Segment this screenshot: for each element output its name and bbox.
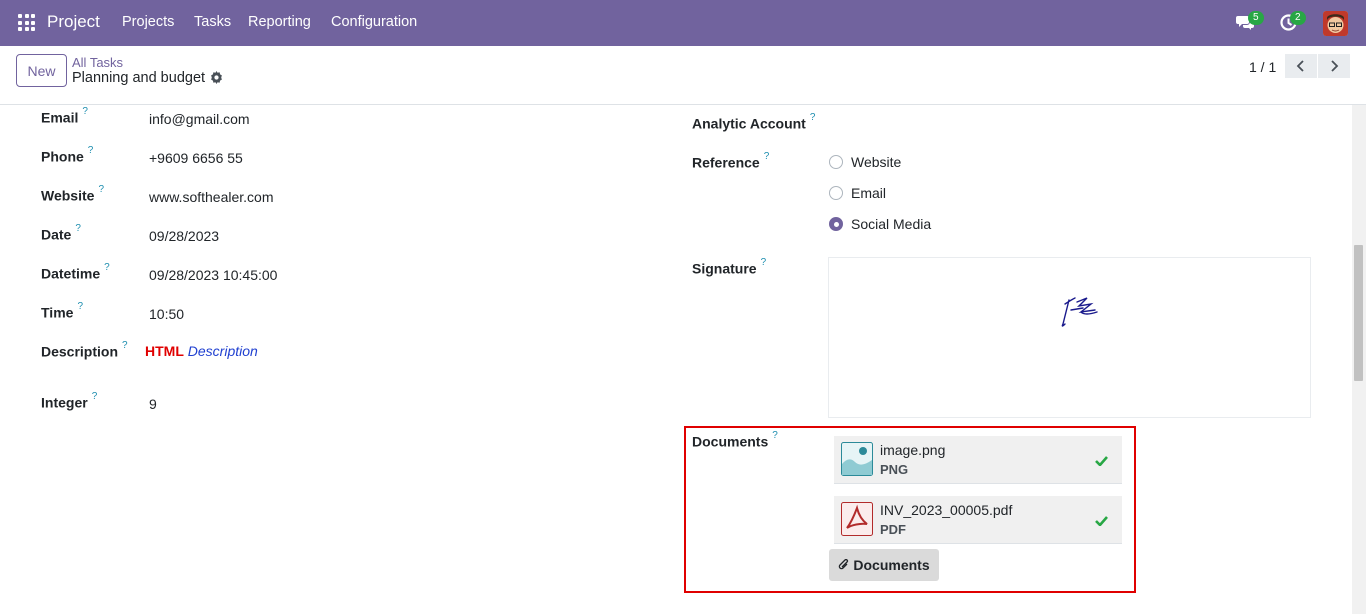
chevron-right-icon <box>1331 60 1339 72</box>
check-icon <box>1095 513 1108 529</box>
signature-drawing <box>1061 297 1098 327</box>
task-form: Email? info@gmail.com Phone? +9609 6656 … <box>0 105 1352 614</box>
help-icon[interactable]: ? <box>88 145 94 156</box>
attachment-name[interactable]: image.png <box>880 442 945 458</box>
app-grid-icon[interactable] <box>18 14 35 31</box>
messages-badge: 5 <box>1248 11 1264 25</box>
website-field[interactable]: www.softhealer.com <box>149 189 274 205</box>
new-button[interactable]: New <box>16 54 67 87</box>
reference-option-email[interactable]: Email <box>829 185 886 201</box>
help-icon[interactable]: ? <box>98 184 104 195</box>
integer-field[interactable]: 9 <box>149 396 157 412</box>
analytic-account-label: Analytic Account? <box>692 112 816 132</box>
reference-label: Reference? <box>692 151 770 171</box>
datetime-label: Datetime? <box>41 262 110 282</box>
date-label: Date? <box>41 223 81 243</box>
user-avatar[interactable] <box>1323 11 1348 36</box>
paperclip-icon <box>839 558 849 569</box>
app-brand[interactable]: Project <box>47 12 100 32</box>
radio-label: Email <box>851 185 887 201</box>
menu-projects[interactable]: Projects <box>122 14 174 30</box>
image-file-icon <box>841 442 873 476</box>
button-label: Documents <box>853 557 930 573</box>
chevron-left-icon <box>1296 60 1304 72</box>
datetime-field[interactable]: 09/28/2023 10:45:00 <box>149 267 277 283</box>
help-icon[interactable]: ? <box>104 262 110 273</box>
date-field[interactable]: 09/28/2023 <box>149 228 219 244</box>
radio-circle[interactable] <box>829 155 843 169</box>
description-html-text: HTML <box>145 343 184 359</box>
pager-next-button[interactable] <box>1318 54 1350 78</box>
pager-value[interactable]: 1 / 1 <box>1249 59 1276 75</box>
time-field[interactable]: 10:50 <box>149 306 184 322</box>
attachment-extension: PDF <box>880 522 906 537</box>
pager-previous-button[interactable] <box>1285 54 1317 78</box>
menu-tasks[interactable]: Tasks <box>194 14 231 30</box>
radio-circle-selected[interactable] <box>829 217 843 231</box>
help-icon[interactable]: ? <box>92 391 98 402</box>
menu-configuration[interactable]: Configuration <box>331 14 417 30</box>
email-label: Email? <box>41 106 88 126</box>
phone-label: Phone? <box>41 145 94 165</box>
radio-label: Website <box>851 154 902 170</box>
help-icon[interactable]: ? <box>77 301 83 312</box>
description-field[interactable]: HTML Description <box>145 343 258 359</box>
help-icon[interactable]: ? <box>761 257 767 268</box>
documents-label: Documents? <box>692 430 778 450</box>
description-label: Description? <box>41 340 128 360</box>
activities-badge: 2 <box>1290 11 1306 25</box>
check-icon <box>1095 453 1108 469</box>
upload-documents-button[interactable]: Documents <box>829 549 939 581</box>
record-title: Planning and budget <box>72 70 206 86</box>
control-panel: New All Tasks Planning and budget 1 / 1 <box>0 46 1366 105</box>
attachment-extension: PNG <box>880 462 909 477</box>
pdf-file-icon <box>841 502 873 536</box>
attachment-item[interactable]: image.png PNG <box>834 436 1122 484</box>
top-navbar: Project Projects Tasks Reporting Configu… <box>0 0 1366 46</box>
radio-label: Social Media <box>851 216 932 232</box>
attachment-name[interactable]: INV_2023_00005.pdf <box>880 502 1012 518</box>
website-label: Website? <box>41 184 104 204</box>
description-italic-text: Description <box>187 343 258 359</box>
help-icon[interactable]: ? <box>764 151 770 162</box>
help-icon[interactable]: ? <box>772 430 778 441</box>
reference-option-website[interactable]: Website <box>829 154 901 170</box>
signature-label: Signature? <box>692 257 767 277</box>
menu-reporting[interactable]: Reporting <box>248 14 311 30</box>
breadcrumb-all-tasks[interactable]: All Tasks <box>72 55 123 70</box>
integer-label: Integer? <box>41 391 98 411</box>
help-icon[interactable]: ? <box>75 223 81 234</box>
help-icon[interactable]: ? <box>122 340 128 351</box>
phone-field[interactable]: +9609 6656 55 <box>149 150 243 166</box>
help-icon[interactable]: ? <box>810 112 816 123</box>
time-label: Time? <box>41 301 83 321</box>
gear-icon[interactable] <box>210 71 223 87</box>
attachment-item[interactable]: INV_2023_00005.pdf PDF <box>834 496 1122 544</box>
signature-field[interactable] <box>828 257 1311 418</box>
scrollbar-thumb[interactable] <box>1354 245 1363 381</box>
reference-option-social-media[interactable]: Social Media <box>829 216 931 232</box>
email-field[interactable]: info@gmail.com <box>149 111 250 127</box>
help-icon[interactable]: ? <box>82 106 88 117</box>
radio-circle[interactable] <box>829 186 843 200</box>
